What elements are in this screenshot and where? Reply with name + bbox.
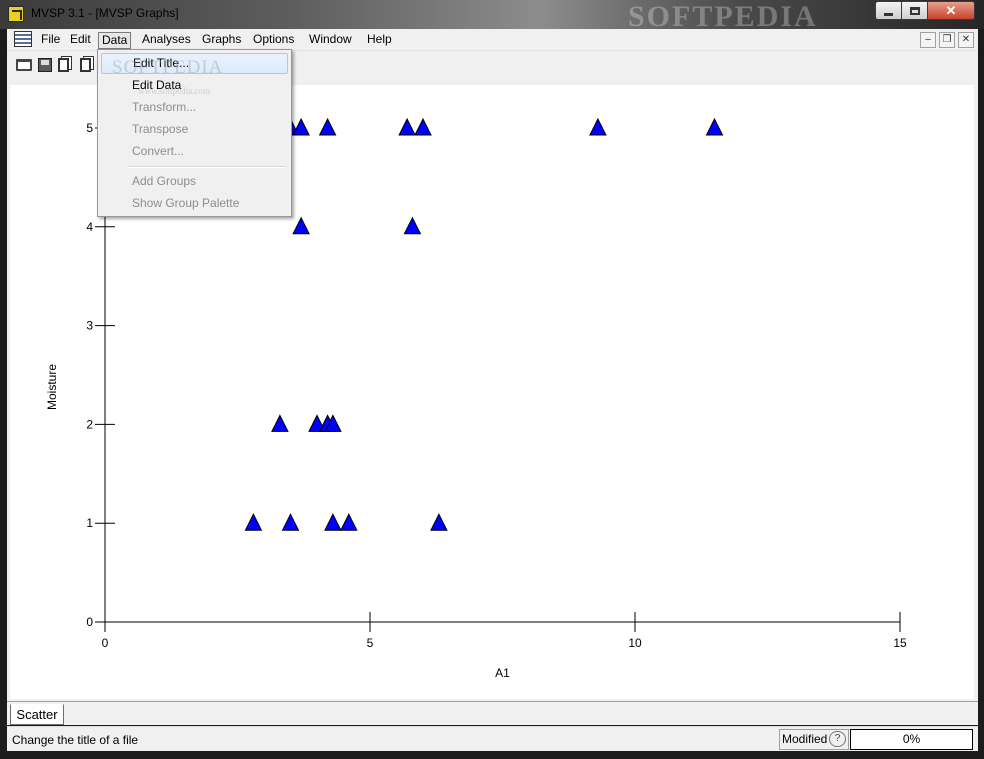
child-close-button[interactable]: ✕ xyxy=(958,32,974,48)
data-point xyxy=(244,513,263,531)
menu-options[interactable]: Options xyxy=(250,32,297,49)
menu-item-show-group-palette[interactable]: Show Group Palette xyxy=(101,193,288,214)
menu-watermark-url: www.softpedia.com xyxy=(138,86,210,96)
maximize-button[interactable] xyxy=(901,1,928,20)
y-tick-label: 1 xyxy=(86,516,93,530)
status-message: Change the title of a file xyxy=(12,733,139,747)
menu-separator xyxy=(128,166,286,168)
data-point xyxy=(403,216,422,235)
tab-scatter[interactable]: Scatter xyxy=(10,704,64,725)
x-tick-label: 5 xyxy=(367,636,374,650)
title-bar: MVSP 3.1 - [MVSP Graphs] SOFTPEDIA ✕ xyxy=(0,0,984,33)
data-point xyxy=(281,513,300,531)
minimize-icon xyxy=(884,12,893,16)
copy-icon[interactable] xyxy=(58,58,69,72)
menu-graphs[interactable]: Graphs xyxy=(199,32,244,49)
menu-data[interactable]: Data xyxy=(98,32,132,49)
child-restore-button[interactable]: ❐ xyxy=(939,32,955,48)
y-tick-label: 0 xyxy=(86,615,93,629)
close-button[interactable]: ✕ xyxy=(927,1,975,20)
data-point xyxy=(318,117,337,136)
app-icon[interactable] xyxy=(8,6,24,22)
y-tick-label: 4 xyxy=(86,220,93,234)
data-point xyxy=(292,117,310,136)
y-tick-label: 2 xyxy=(86,417,93,431)
sheet-tab-bar: Scatter xyxy=(7,701,978,725)
document-icon[interactable] xyxy=(14,31,32,47)
menu-file[interactable]: File xyxy=(38,32,63,49)
menu-bar: File Edit Data Analyses Graphs Options W… xyxy=(7,29,978,51)
data-point xyxy=(398,117,416,136)
data-point xyxy=(339,513,358,531)
maximize-icon xyxy=(909,6,920,15)
data-menu-dropdown: Edit Title... Edit Data Transform... Tra… xyxy=(97,49,292,217)
data-point xyxy=(430,513,448,531)
minimize-button[interactable] xyxy=(875,1,902,20)
menu-edit[interactable]: Edit xyxy=(67,32,94,49)
clipboard-icon[interactable] xyxy=(80,58,91,72)
menu-item-transform[interactable]: Transform... xyxy=(101,97,288,118)
x-tick-label: 10 xyxy=(628,636,642,650)
save-icon[interactable] xyxy=(38,58,52,72)
window-title: MVSP 3.1 - [MVSP Graphs] xyxy=(31,6,179,20)
data-point xyxy=(589,117,607,136)
y-tick-label: 3 xyxy=(86,319,93,333)
help-icon: ? xyxy=(829,731,846,747)
menu-item-transpose[interactable]: Transpose xyxy=(101,119,288,140)
x-tick-label: 0 xyxy=(102,636,109,650)
data-point xyxy=(324,513,342,531)
data-point xyxy=(292,216,310,235)
data-point xyxy=(271,414,289,432)
y-tick-label: 5 xyxy=(86,121,93,135)
data-point xyxy=(705,117,724,136)
menu-item-convert[interactable]: Convert... xyxy=(101,141,288,162)
menu-help[interactable]: Help xyxy=(364,32,395,49)
data-point xyxy=(414,117,432,136)
x-axis-label: A1 xyxy=(495,666,510,680)
status-bar: Change the title of a file Modified ? 0% xyxy=(7,726,978,751)
open-icon[interactable] xyxy=(16,59,32,71)
x-tick-label: 15 xyxy=(893,636,907,650)
menu-window[interactable]: Window xyxy=(306,32,355,49)
progress-indicator: 0% xyxy=(850,729,973,750)
menu-item-add-groups[interactable]: Add Groups xyxy=(101,171,288,192)
menu-analyses[interactable]: Analyses xyxy=(139,32,194,49)
child-minimize-button[interactable]: – xyxy=(920,32,936,48)
y-axis-label: Moisture xyxy=(45,364,59,410)
menu-watermark: SOFTPEDIA xyxy=(112,57,224,78)
